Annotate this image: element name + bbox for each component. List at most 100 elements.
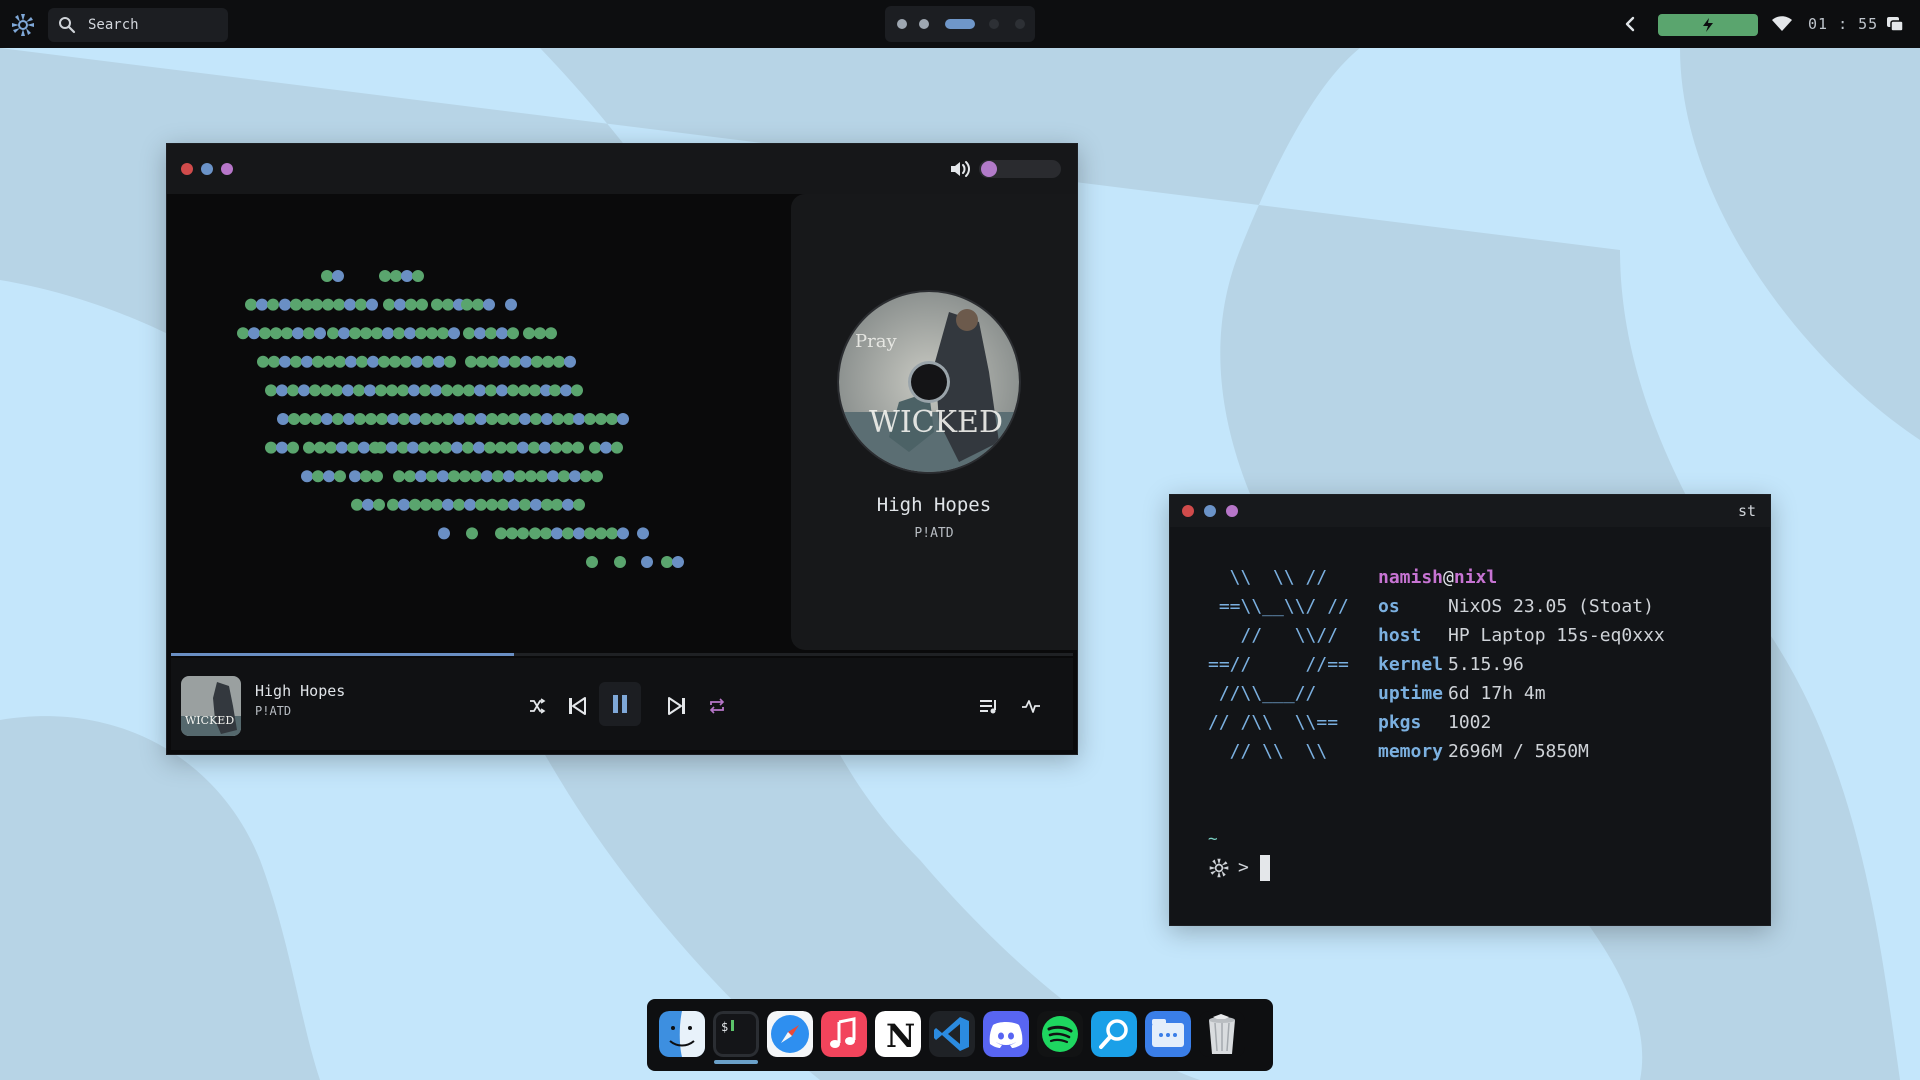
album-art-disc: Pray WICKED — [839, 292, 1019, 472]
repeat-button[interactable] — [699, 688, 735, 724]
dock-search[interactable] — [1091, 1011, 1137, 1057]
visualizer-dot — [459, 470, 471, 483]
visualizer-dot — [314, 327, 326, 340]
dock: $ N — [647, 999, 1273, 1071]
search-box[interactable]: Search — [48, 8, 228, 42]
vscode-icon — [929, 1011, 975, 1057]
visualizer-dot — [353, 384, 365, 397]
workspace-3-active[interactable] — [945, 19, 975, 29]
terminal-body[interactable]: \\ \\ // ==\\__\\/ // // \\// ==// //== … — [1170, 527, 1770, 925]
minimize-button[interactable] — [1204, 505, 1216, 517]
dock-trash[interactable] — [1199, 1011, 1245, 1057]
visualizer-dot — [405, 298, 417, 311]
visualizer-dot — [265, 384, 277, 397]
dock-files[interactable] — [1145, 1011, 1191, 1057]
maximize-button[interactable] — [221, 163, 233, 175]
prompt-directory: ~ — [1208, 829, 1218, 848]
visualizer-dot — [672, 556, 684, 568]
visualizer-dot — [564, 355, 576, 368]
nixos-logo-icon[interactable] — [10, 12, 36, 38]
dock-terminal[interactable]: $ — [713, 1011, 759, 1057]
dock-spotify[interactable] — [1037, 1011, 1083, 1057]
dock-music[interactable] — [821, 1011, 867, 1057]
visualizer-dot — [386, 441, 398, 454]
visualizer-dot — [376, 413, 388, 425]
visualizer-dot — [419, 384, 431, 397]
visualizer-dot — [496, 384, 508, 397]
audio-visualizer — [237, 270, 684, 568]
visualizer-dot — [366, 298, 378, 311]
visualizer-dot — [314, 441, 326, 454]
visualizer-dot — [486, 498, 498, 511]
visualizer-dot — [481, 470, 493, 483]
visualizer-dot — [334, 355, 346, 368]
terminal-window[interactable]: st \\ \\ // ==\\__\\/ // // \\// ==// //… — [1169, 494, 1771, 926]
visualizer-dot — [393, 327, 405, 340]
visualizer-dot — [303, 441, 315, 454]
visualizer-dot — [473, 441, 485, 454]
previous-button[interactable] — [559, 688, 595, 724]
visualizer-dot — [401, 270, 413, 282]
volume-slider-knob[interactable] — [981, 161, 997, 177]
visualizer-dot — [320, 384, 332, 397]
visualizer-dot — [277, 413, 289, 425]
pause-button[interactable] — [599, 682, 641, 726]
visualizer-dot — [495, 441, 507, 454]
dock-vscode[interactable] — [929, 1011, 975, 1057]
visualizer-dot — [498, 355, 510, 368]
workspace-5[interactable] — [1015, 19, 1025, 29]
visualizer-dot — [525, 470, 537, 483]
queue-button[interactable] — [971, 688, 1007, 724]
visualizer-dot — [331, 384, 343, 397]
visualizer-dot — [288, 413, 300, 425]
fetch-row-os: os NixOS 23.05 (Stoat) — [1378, 596, 1654, 617]
close-button[interactable] — [1182, 505, 1194, 517]
visualizer-dot — [495, 527, 507, 540]
visualizer-dot — [281, 327, 293, 340]
wifi-icon[interactable] — [1772, 16, 1792, 32]
visualizer-dot — [387, 413, 399, 425]
visualizer-dot — [257, 355, 269, 368]
visualizer-dot — [332, 270, 344, 282]
chevron-left-icon[interactable] — [1622, 15, 1638, 33]
visualizer-dot — [351, 498, 363, 511]
dock-discord[interactable] — [983, 1011, 1029, 1057]
fetch-user-host: namish@nixl — [1378, 567, 1498, 588]
visualizer-dot — [553, 355, 565, 368]
repeat-icon — [709, 698, 725, 714]
notification-icon[interactable] — [1886, 16, 1904, 32]
maximize-button[interactable] — [1226, 505, 1238, 517]
svg-text:WICKED: WICKED — [185, 714, 234, 727]
dock-safari[interactable] — [767, 1011, 813, 1057]
visualizer-dot — [309, 384, 321, 397]
visualizer-dot — [466, 527, 478, 540]
visualizer-dot — [347, 441, 359, 454]
terminal-title: st — [1737, 502, 1756, 520]
top-bar: Search 01 : 55 — [0, 0, 1920, 48]
visualizer-dot — [591, 470, 603, 483]
battery-indicator[interactable] — [1658, 14, 1758, 36]
visualizer-dot — [475, 413, 487, 425]
volume-icon[interactable] — [949, 159, 971, 179]
visualizer-dot — [453, 413, 465, 425]
workspace-4[interactable] — [989, 19, 999, 29]
workspace-1[interactable] — [897, 19, 907, 29]
next-button[interactable] — [659, 688, 695, 724]
visualizer-dot — [508, 498, 520, 511]
volume-slider[interactable] — [979, 160, 1061, 178]
visualizer-dot — [464, 413, 476, 425]
dock-notion[interactable]: N — [875, 1011, 921, 1057]
dock-finder[interactable] — [659, 1011, 705, 1057]
visualizer-dot — [528, 441, 540, 454]
visualizer-dot — [334, 470, 346, 483]
close-button[interactable] — [181, 163, 193, 175]
shuffle-button[interactable] — [519, 688, 555, 724]
visualizer-button[interactable] — [1013, 688, 1049, 724]
visualizer-dot — [637, 527, 649, 540]
visualizer-dot — [523, 327, 535, 340]
visualizer-dot — [514, 470, 526, 483]
visualizer-dot — [276, 384, 288, 397]
minimize-button[interactable] — [201, 163, 213, 175]
workspace-2[interactable] — [919, 19, 929, 29]
progress-bar[interactable] — [171, 653, 1073, 656]
